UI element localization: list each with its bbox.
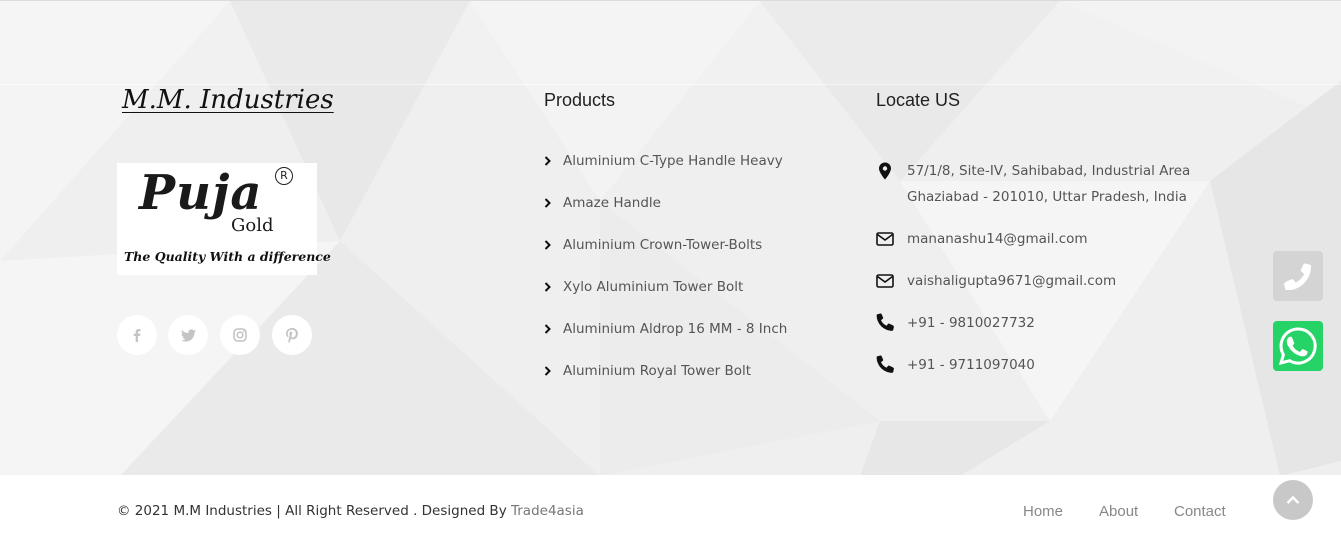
chevron-right-icon <box>544 198 563 208</box>
email-2[interactable]: vaishaligupta9671@gmail.com <box>907 268 1116 294</box>
twitter-icon <box>180 328 196 342</box>
brand-title[interactable]: M.M. Industries <box>122 85 334 115</box>
footer-nav-contact[interactable]: Contact <box>1174 503 1226 520</box>
phone-icon <box>876 313 894 331</box>
map-marker-icon <box>879 162 891 180</box>
envelope-icon <box>876 274 894 288</box>
footer-nav-about[interactable]: About <box>1099 503 1138 520</box>
product-label: Aluminium Crown-Tower-Bolts <box>563 237 763 253</box>
registered-mark: R <box>275 167 293 185</box>
envelope-icon <box>876 232 894 246</box>
whatsapp-icon <box>1278 327 1317 366</box>
email-1[interactable]: mananashu14@gmail.com <box>907 226 1088 252</box>
phone-2[interactable]: +91 - 9711097040 <box>907 352 1035 378</box>
designer-credit-link[interactable]: Trade4asia <box>511 503 584 519</box>
products-heading: Products <box>544 90 616 110</box>
chevron-up-icon <box>1286 495 1300 504</box>
footer-main: M.M. Industries Puja R Gold The Quality … <box>0 0 1341 475</box>
chevron-right-icon <box>544 366 563 376</box>
product-label: Aluminium C-Type Handle Heavy <box>563 153 783 169</box>
product-link[interactable]: Aluminium Royal Tower Bolt <box>544 361 751 381</box>
brand-logo[interactable]: Puja R Gold The Quality With a differenc… <box>117 163 331 275</box>
scroll-to-top-button[interactable] <box>1273 480 1313 520</box>
floating-call-button[interactable] <box>1273 251 1323 301</box>
copyright-text: © 2021 M.M Industries | All Right Reserv… <box>117 503 584 519</box>
locate-heading: Locate US <box>876 90 961 110</box>
logo-subtitle: Gold <box>231 215 274 236</box>
chevron-right-icon <box>544 324 563 334</box>
product-link[interactable]: Aluminium Aldrop 16 MM - 8 Inch <box>544 319 787 339</box>
address-line-2: Ghaziabad - 201010, Uttar Pradesh, India <box>907 189 1187 205</box>
product-link[interactable]: Aluminium Crown-Tower-Bolts <box>544 235 762 255</box>
product-label: Amaze Handle <box>563 195 661 211</box>
top-band <box>0 1 1341 85</box>
product-label: Xylo Aluminium Tower Bolt <box>563 279 744 295</box>
chevron-right-icon <box>544 282 563 292</box>
product-label: Aluminium Aldrop 16 MM - 8 Inch <box>563 321 788 337</box>
instagram-link[interactable] <box>220 315 260 355</box>
floating-whatsapp-button[interactable] <box>1273 321 1323 371</box>
phone-icon <box>876 355 894 373</box>
facebook-link[interactable] <box>117 315 157 355</box>
product-link[interactable]: Amaze Handle <box>544 193 661 213</box>
product-link[interactable]: Xylo Aluminium Tower Bolt <box>544 277 743 297</box>
chevron-right-icon <box>544 156 563 166</box>
logo-wordmark: Puja <box>139 165 263 221</box>
pinterest-link[interactable] <box>272 315 312 355</box>
pinterest-icon <box>286 327 298 343</box>
product-link[interactable]: Aluminium C-Type Handle Heavy <box>544 151 783 171</box>
instagram-icon <box>233 328 247 342</box>
phone-1[interactable]: +91 - 9810027732 <box>907 310 1035 336</box>
copyright-label: © 2021 M.M Industries | All Right Reserv… <box>117 503 511 519</box>
product-label: Aluminium Royal Tower Bolt <box>563 363 752 379</box>
phone-icon <box>1284 263 1312 290</box>
facebook-icon <box>133 329 141 342</box>
footer-nav-home[interactable]: Home <box>1023 503 1063 520</box>
footer-bottom-bar: © 2021 M.M Industries | All Right Reserv… <box>0 475 1341 550</box>
logo-tagline: The Quality With a difference <box>124 249 331 264</box>
address-line-1: 57/1/8, Site-IV, Sahibabad, Industrial A… <box>907 163 1191 179</box>
twitter-link[interactable] <box>168 315 208 355</box>
chevron-right-icon <box>544 240 563 250</box>
